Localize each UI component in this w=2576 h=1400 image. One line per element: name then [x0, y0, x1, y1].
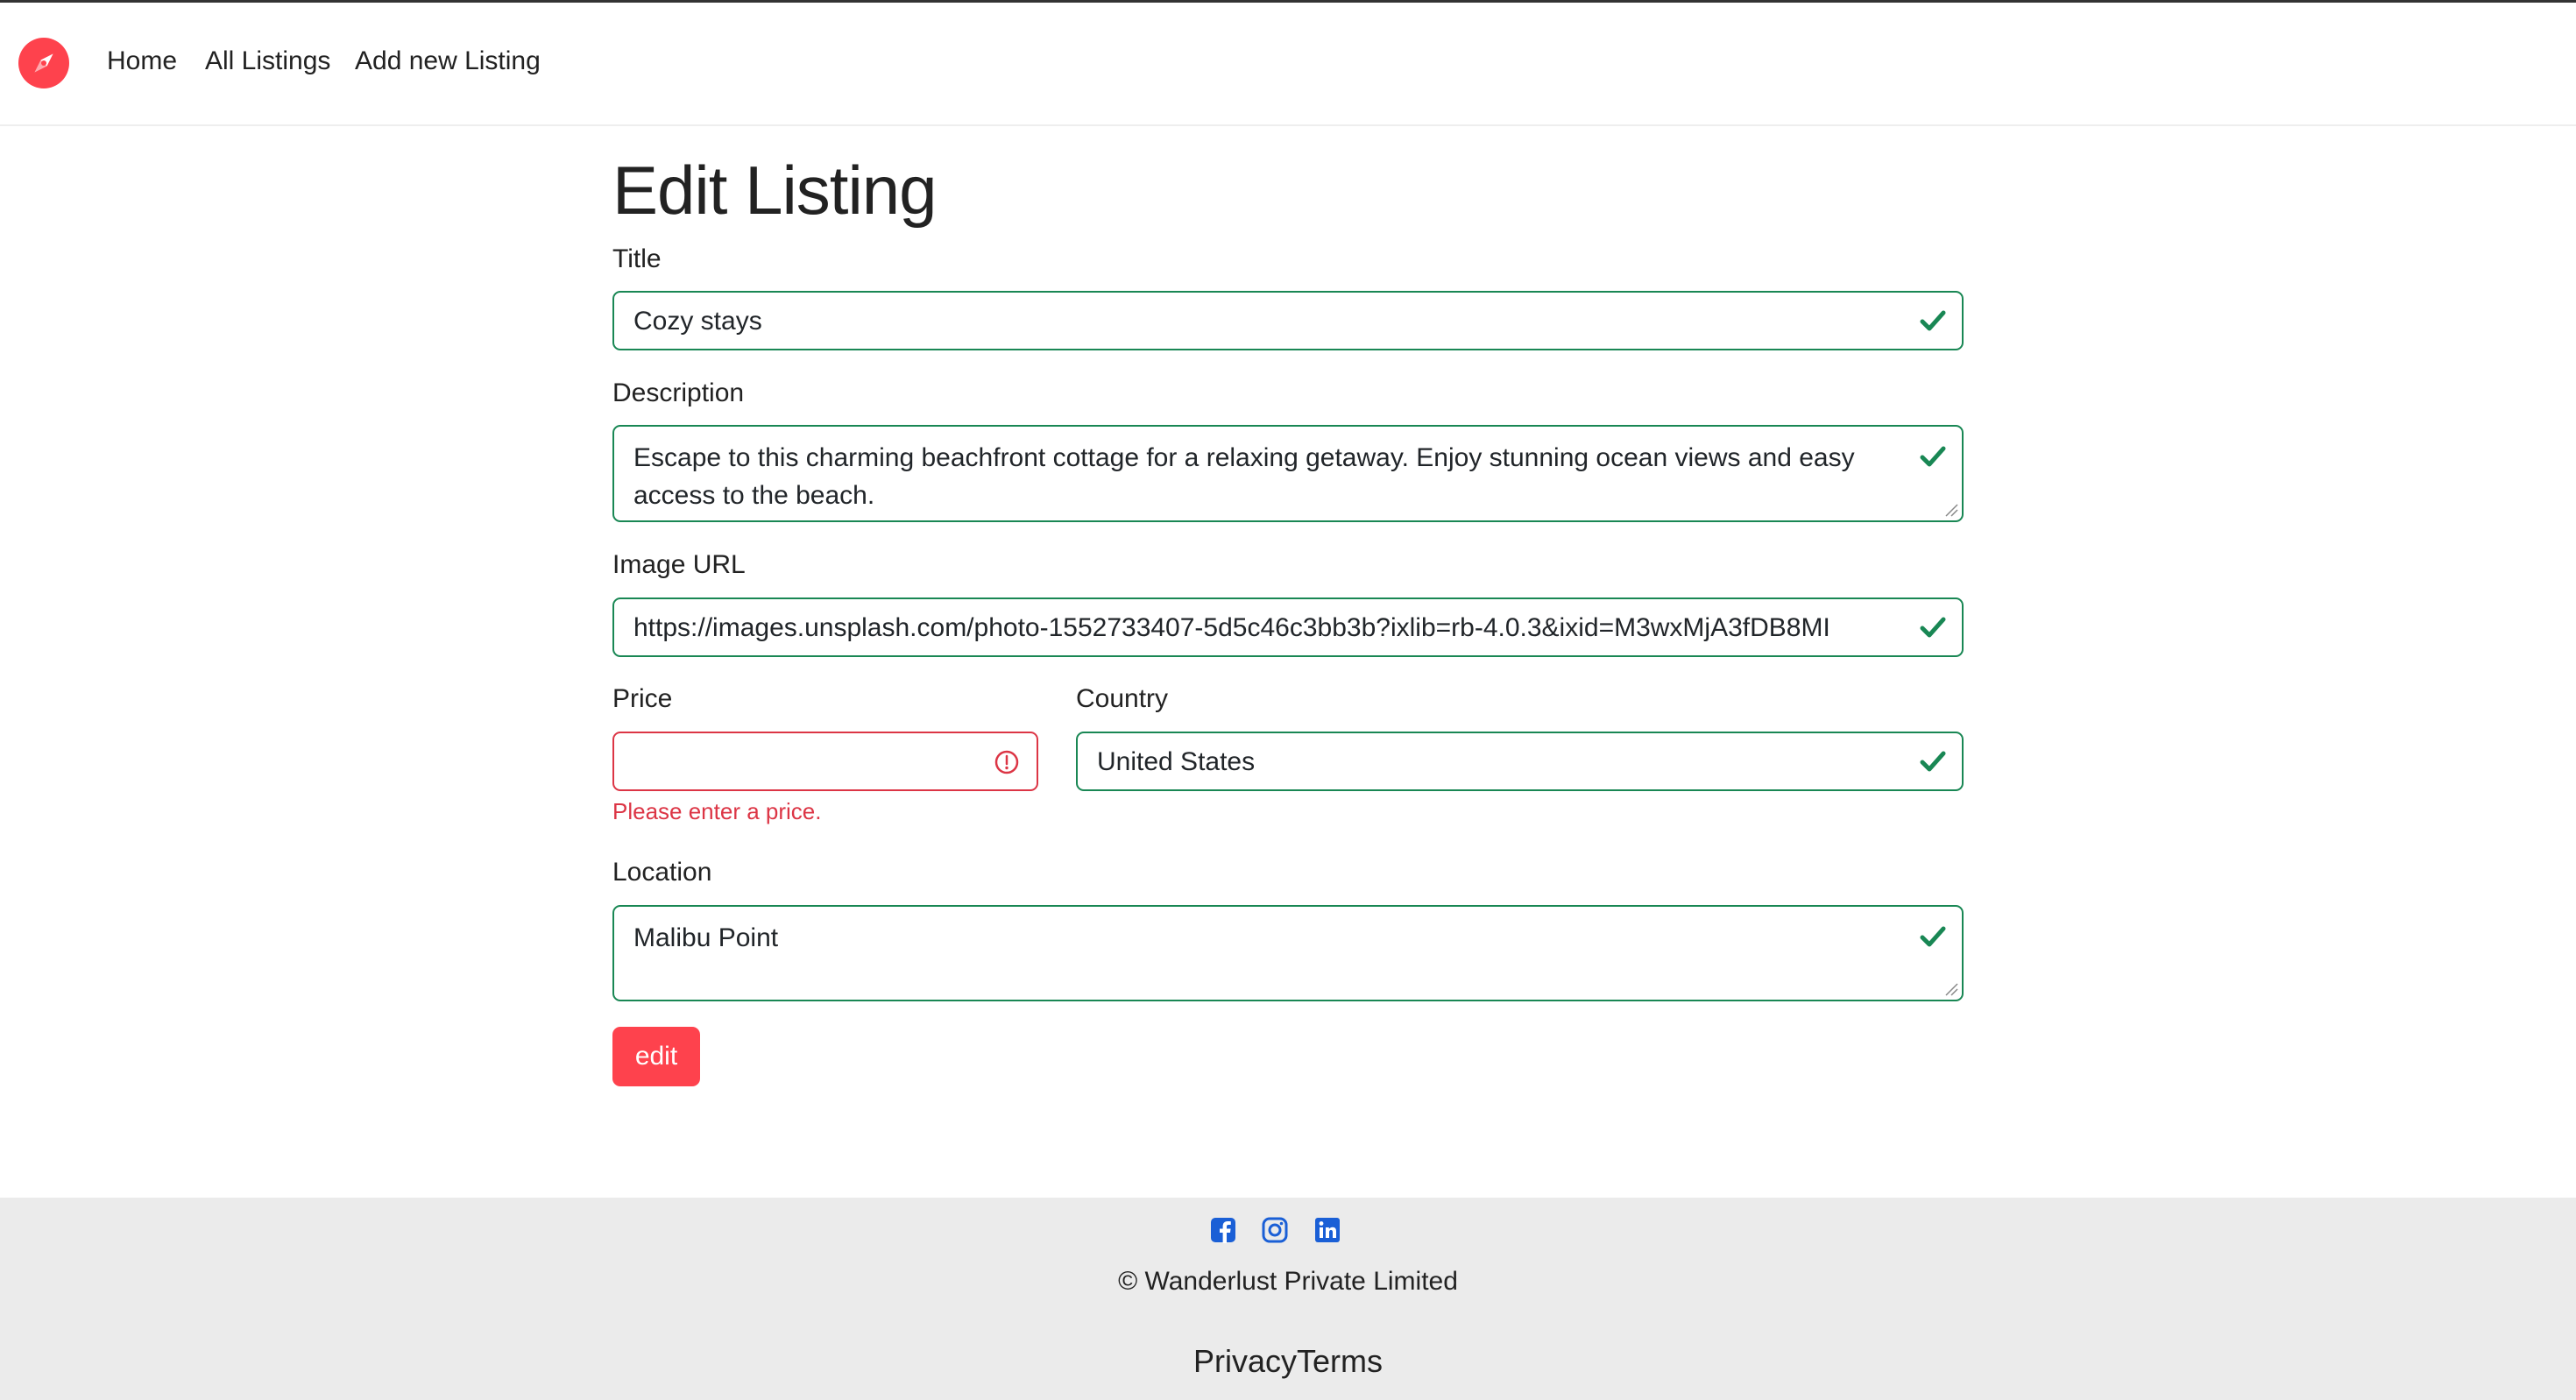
- valid-check-icon: [1920, 446, 1946, 467]
- resize-handle-icon[interactable]: [1944, 503, 1958, 517]
- country-input-value: United States: [1097, 747, 1256, 776]
- location-textarea-value: Malibu Point: [633, 923, 779, 952]
- navbar: Home All Listings Add new Listing: [0, 3, 2576, 126]
- compass-icon: [34, 53, 53, 73]
- copyright-text: © Wanderlust Private Limited: [1118, 1267, 1458, 1296]
- image-url-input[interactable]: https://images.unsplash.com/photo-155273…: [612, 597, 1964, 657]
- location-textarea[interactable]: Malibu Point: [612, 905, 1964, 1001]
- description-textarea[interactable]: Escape to this charming beachfront cotta…: [612, 425, 1964, 522]
- page-title: Edit Listing: [612, 152, 938, 229]
- country-input[interactable]: United States: [1076, 732, 1964, 791]
- valid-check-icon: [1920, 617, 1946, 638]
- facebook-icon[interactable]: [1210, 1217, 1236, 1243]
- linkedin-icon[interactable]: [1314, 1217, 1341, 1243]
- price-input[interactable]: [612, 732, 1038, 791]
- valid-check-icon: [1920, 310, 1946, 331]
- edit-submit-button[interactable]: edit: [612, 1027, 700, 1086]
- instagram-icon[interactable]: [1262, 1217, 1288, 1243]
- privacy-link[interactable]: Privacy: [1193, 1343, 1297, 1379]
- nav-all-listings-link[interactable]: All Listings: [205, 46, 330, 76]
- error-alert-icon: [994, 750, 1019, 774]
- nav-add-listing-link[interactable]: Add new Listing: [355, 46, 541, 76]
- footer: © Wanderlust Private Limited PrivacyTerm…: [0, 1198, 2576, 1400]
- country-label: Country: [1076, 684, 1169, 713]
- valid-check-icon: [1920, 926, 1946, 947]
- image-url-label: Image URL: [612, 550, 746, 579]
- description-textarea-value: Escape to this charming beachfront cotta…: [633, 443, 1855, 510]
- footer-links: PrivacyTerms: [0, 1343, 2576, 1380]
- nav-home-link[interactable]: Home: [107, 46, 177, 76]
- valid-check-icon: [1920, 751, 1946, 772]
- title-label: Title: [612, 244, 662, 273]
- price-error-message: Please enter a price.: [612, 798, 822, 824]
- resize-handle-icon[interactable]: [1944, 982, 1958, 996]
- location-label: Location: [612, 858, 712, 887]
- terms-link[interactable]: Terms: [1297, 1343, 1383, 1379]
- description-label: Description: [612, 378, 745, 407]
- title-input[interactable]: Cozy stays: [612, 291, 1964, 350]
- title-input-value: Cozy stays: [633, 307, 762, 336]
- price-label: Price: [612, 684, 673, 713]
- image-url-input-value: https://images.unsplash.com/photo-155273…: [633, 613, 1830, 642]
- brand-logo[interactable]: [18, 38, 69, 88]
